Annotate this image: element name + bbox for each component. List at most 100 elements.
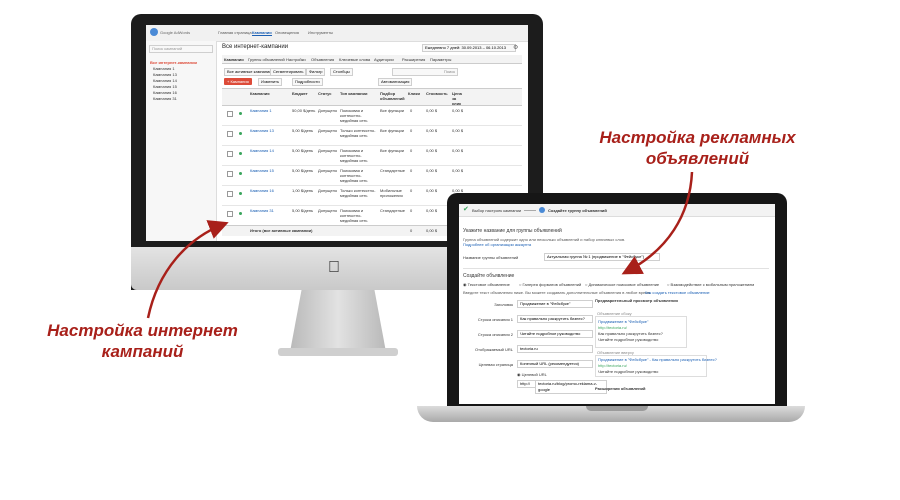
row-checkbox[interactable] — [227, 111, 233, 117]
total-clicks: 0 — [410, 228, 413, 233]
adtype-text-radio[interactable]: ◉ Текстовое объявление — [463, 282, 510, 287]
ad-field-input[interactable]: Читайте подробное руководство — [517, 330, 593, 338]
tree-root[interactable]: Все интернет-кампании — [150, 60, 197, 65]
preview-url: http://tectoria.ru/ — [598, 325, 627, 330]
campaign-name[interactable]: Кампания 16 — [250, 188, 274, 193]
campaign-ads: Стандартные — [380, 168, 405, 173]
campaign-name[interactable]: Кампания 1 — [250, 108, 272, 113]
ad-hint-link[interactable]: Как создать текстовое объявление — [645, 290, 710, 295]
col-clicks[interactable]: Клики — [408, 91, 420, 96]
col-campaign[interactable]: Кампания — [250, 91, 270, 96]
nav-tools[interactable]: Инструменты — [308, 30, 333, 35]
adtype-dynamic-radio[interactable]: ○ Динамическое поисковое объявление — [585, 282, 659, 287]
tab-settings[interactable]: Настройки — [286, 57, 306, 62]
imac-stand — [290, 290, 386, 352]
ad-field-input[interactable]: Как правильно раскрутить бизнес? — [517, 315, 593, 323]
status-dot-icon[interactable] — [239, 172, 242, 175]
campaign-ads: Все функции — [380, 128, 404, 133]
ad-field-input[interactable]: tectoria.ru — [517, 345, 593, 353]
tree-item[interactable]: Кампания 16 — [153, 90, 177, 95]
campaign-cpc: 0,00 $ — [452, 128, 464, 133]
tree-item[interactable]: Кампания 14 — [153, 78, 177, 83]
campaign-cost: 0,00 $ — [426, 128, 438, 133]
campaign-cost: 0,00 $ — [426, 208, 438, 213]
url-prefix-select[interactable]: http:// — [517, 380, 537, 388]
row-checkbox[interactable] — [227, 191, 233, 197]
tree-item[interactable]: Кампания 15 — [153, 84, 177, 89]
adtype-gallery-radio[interactable]: ○ Галерея форматов объявлений — [519, 282, 581, 287]
change-button[interactable]: Изменить — [258, 78, 283, 86]
table-search-input[interactable]: Поиск — [392, 68, 458, 76]
columns-button[interactable]: Столбцы — [330, 68, 353, 76]
campaign-name[interactable]: Кампания 15 — [250, 168, 274, 173]
adgroup-section-title: Укажите название для группы объявлений — [463, 228, 562, 234]
gear-icon[interactable]: ⚙ — [513, 44, 518, 51]
adgroup-name-input[interactable]: Актуальная группа № 1 (продвижение в "Фе… — [544, 253, 660, 261]
col-type[interactable]: Тип кампании — [340, 91, 367, 96]
adtype-dynamic-label: Динамическое поисковое объявление — [588, 282, 660, 287]
adwords-logo-icon — [150, 28, 158, 36]
col-cpc[interactable]: Цена за клик — [452, 91, 466, 106]
details-button[interactable]: Подробности — [292, 78, 323, 86]
campaign-budget: 50,00 $/день — [292, 108, 316, 113]
col-status[interactable]: Статус — [318, 91, 331, 96]
row-checkbox[interactable] — [227, 171, 233, 177]
tree-item[interactable]: Кампания 1 — [153, 66, 175, 71]
campaign-status: Допущено — [318, 208, 338, 213]
filter-button[interactable]: Фильтр — [306, 68, 326, 76]
macbook-notch — [586, 406, 648, 411]
ad-field-label: Заголовок — [494, 302, 513, 307]
segment-button[interactable]: Сегментировать — [270, 68, 307, 76]
row-checkbox[interactable] — [227, 211, 233, 217]
campaign-name[interactable]: Кампания 31 — [250, 208, 274, 213]
adwords-logo: Google AdWords — [160, 30, 191, 35]
campaign-name[interactable]: Кампания 14 — [250, 148, 274, 153]
campaign-budget: 5,00 $/день — [292, 128, 314, 133]
add-campaign-button[interactable]: + Кампания — [224, 78, 252, 85]
campaign-name[interactable]: Кампания 13 — [250, 128, 274, 133]
status-dot-icon[interactable] — [239, 212, 242, 215]
tree-item[interactable]: Кампания 13 — [153, 72, 177, 77]
campaign-type: Поисковая и контекстно-медийная сеть — [340, 108, 368, 123]
adgroup-intro-link[interactable]: Подробнее об организации аккаунта — [463, 242, 531, 247]
campaign-ads: Мобильные приложения — [380, 188, 403, 198]
campaign-budget: 5,00 $/день — [292, 148, 314, 153]
tab-audiences[interactable]: Аудитории — [374, 57, 394, 62]
status-dot-icon[interactable] — [239, 132, 242, 135]
nav-alerts[interactable]: Оповещения — [275, 30, 299, 35]
nav-campaigns[interactable]: Кампании — [252, 30, 272, 36]
preview-top-headline[interactable]: Продвижение в "Фейсбуке" - Как правильно… — [598, 357, 717, 362]
adtype-mobile-radio[interactable]: ○ Взаимодействие с мобильным приложением — [667, 282, 754, 287]
tree-item[interactable]: Кампания 31 — [153, 96, 177, 101]
campaign-search-input[interactable]: Поиск кампаний — [149, 45, 213, 53]
url-option-radio[interactable]: ◉ Целевой URL — [517, 372, 547, 377]
step-1[interactable]: Выбор настроек кампании — [472, 208, 521, 213]
tab-extensions[interactable]: Расширения — [402, 57, 425, 62]
status-dot-icon[interactable] — [239, 152, 242, 155]
check-icon: ✔ — [463, 206, 469, 213]
col-cost[interactable]: Стоимость — [426, 91, 448, 96]
step-connector — [524, 210, 536, 211]
adgroup-name-label: Название группы объявлений — [463, 255, 519, 260]
row-checkbox[interactable] — [227, 151, 233, 157]
callout-campaign-line-2: кампаний — [101, 342, 184, 361]
nav-home[interactable]: Главная страница — [218, 30, 252, 35]
tab-ads[interactable]: Объявления — [311, 57, 334, 62]
callout-ads-line-2: объявлений — [645, 149, 750, 168]
step-2[interactable]: Создайте группу объявлений — [548, 208, 607, 213]
col-ads[interactable]: Подбор объявлений — [380, 91, 406, 101]
tab-adgroups[interactable]: Группы объявлений — [248, 57, 285, 62]
automation-button[interactable]: Автоматизация — [378, 78, 413, 86]
ad-field-input[interactable]: Конечный URL (рекомендуется) — [517, 360, 593, 368]
filter-campaigns[interactable]: Все активные кампании — [224, 68, 275, 76]
preview-headline[interactable]: Продвижение в "Фейсбуке" — [598, 319, 648, 324]
tab-params[interactable]: Параметры — [430, 57, 451, 62]
tab-keywords[interactable]: Ключевые слова — [339, 57, 370, 62]
date-range-selector[interactable]: Ежедневно 7 дней: 30.09.2013 – 06.10.201… — [422, 44, 516, 52]
ad-field-input[interactable]: Продвижение в "Фейсбуке" — [517, 300, 593, 308]
row-checkbox[interactable] — [227, 131, 233, 137]
tab-campaigns[interactable]: Кампании — [224, 57, 244, 62]
col-budget[interactable]: Бюджет — [292, 91, 308, 96]
status-dot-icon[interactable] — [239, 112, 242, 115]
status-dot-icon[interactable] — [239, 192, 242, 195]
